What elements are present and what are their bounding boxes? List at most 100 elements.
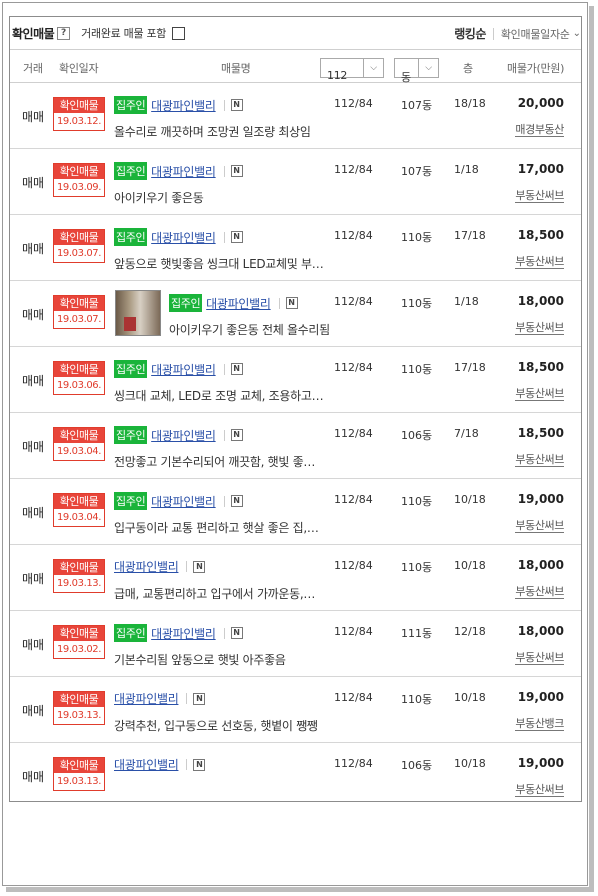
naver-icon[interactable]: N xyxy=(193,692,206,705)
table-row[interactable]: 매매 확인매물 19.03.04. 집주인 대광파인밸리 N 입구동이라 교통 편리하고 햇… xyxy=(10,479,581,545)
owner-badge: 집주인 xyxy=(114,162,148,180)
table-header: 거래 확인일자 매물명 112 ⌵ 동 ⌵ 층 매물가(만원) xyxy=(10,50,581,84)
naver-icon[interactable]: N xyxy=(230,231,243,243)
listing-dong: 106동 xyxy=(401,759,433,772)
column-floor: 층 xyxy=(463,62,473,75)
listing-price: 18,000 xyxy=(517,624,564,638)
listing-name-link[interactable]: 대광파인밸리 xyxy=(206,295,271,312)
title-divider xyxy=(186,561,188,572)
agency-link[interactable]: 부동산써브 xyxy=(515,387,564,401)
listing-title-line: 집주인 대광파인밸리 N xyxy=(114,360,243,378)
listing-name-link[interactable]: 대광파인밸리 xyxy=(151,361,216,378)
verified-date: 19.03.13. xyxy=(56,578,102,589)
naver-icon[interactable]: N xyxy=(193,560,206,573)
table-row[interactable]: 매매 확인매물 19.03.06. 집주인 대광파인밸리 N 씽크대 교체, LED로 조명… xyxy=(10,347,581,413)
question-icon[interactable]: ? xyxy=(57,26,71,40)
sort-date-button[interactable]: 확인매물일자순 xyxy=(501,26,570,42)
agency-link[interactable]: 부동산써브 xyxy=(515,321,564,335)
listing-price: 19,000 xyxy=(517,690,564,704)
verified-stamp: 확인매물 19.03.12. xyxy=(53,97,105,131)
naver-icon[interactable]: N xyxy=(230,429,243,441)
listing-name-link[interactable]: 대광파인밸리 xyxy=(151,163,216,180)
table-row[interactable]: 매매 확인매물 19.03.13. 대광파인밸리 N 112/84 106동 10/18 19,… xyxy=(10,743,581,801)
listing-description[interactable]: 급매, 교통편리하고 입구에서 가까운동,… xyxy=(114,585,315,602)
listing-area: 112/84 xyxy=(334,163,373,176)
listing-description[interactable]: 앞동으로 햇빛좋음 씽크대 LED교체및 부… xyxy=(114,255,324,272)
listing-name-link[interactable]: 대광파인밸리 xyxy=(114,756,179,773)
listing-floor: 10/18 xyxy=(454,559,486,572)
listing-description[interactable]: 기본수리됨 앞동으로 햇빛 아주좋음 xyxy=(114,651,286,668)
naver-icon[interactable]: N xyxy=(230,165,243,177)
listing-description[interactable]: 강력추천, 입구동으로 선호동, 햇볕이 쨍쨍 xyxy=(114,717,318,734)
listing-name-link[interactable]: 대광파인밸리 xyxy=(151,493,216,510)
agency-link[interactable]: 부동산써브 xyxy=(515,519,564,533)
listing-photo[interactable] xyxy=(115,290,161,336)
agency-link[interactable]: 매경부동산 xyxy=(515,123,564,137)
verified-stamp: 확인매물 19.03.04. xyxy=(53,427,105,461)
sort-ranking-button[interactable]: 랭킹순 xyxy=(454,25,486,42)
listing-description[interactable]: 입구동이라 교통 편리하고 햇살 좋은 집,… xyxy=(114,519,319,536)
listing-area: 112/84 xyxy=(334,295,373,308)
listing-name-link[interactable]: 대광파인밸리 xyxy=(151,229,216,246)
naver-icon[interactable]: N xyxy=(230,495,243,507)
verified-stamp-label: 확인매물 xyxy=(54,494,104,509)
listing-name-link[interactable]: 대광파인밸리 xyxy=(151,427,216,444)
listing-name-link[interactable]: 대광파인밸리 xyxy=(114,558,179,575)
owner-badge: 집주인 xyxy=(169,294,203,312)
naver-icon[interactable]: N xyxy=(193,758,206,771)
verified-stamp: 확인매물 19.03.04. xyxy=(53,493,105,527)
listing-description[interactable]: 전망좋고 기본수리되어 깨끗함, 햇빛 좋… xyxy=(114,453,315,470)
table-row[interactable]: 매매 확인매물 19.03.07. 집주인 대광파인밸리 N 앞동으로 햇빛좋음 씽크대 L… xyxy=(10,215,581,281)
listing-floor: 10/18 xyxy=(454,691,486,704)
listing-floor: 1/18 xyxy=(454,163,479,176)
verified-date: 19.03.13. xyxy=(56,776,102,787)
listing-price: 17,000 xyxy=(517,162,564,176)
listing-description[interactable]: 올수리로 깨끗하며 조망권 일조량 최상임 xyxy=(114,123,311,140)
verified-stamp-label: 확인매물 xyxy=(54,296,104,311)
listing-dong: 110동 xyxy=(401,231,433,244)
verified-date: 19.03.04. xyxy=(56,512,102,523)
listing-name-link[interactable]: 대광파인밸리 xyxy=(114,690,179,707)
agency-link[interactable]: 부동산써브 xyxy=(515,453,564,467)
area-select[interactable]: 112 ⌵ xyxy=(320,58,384,82)
listing-description[interactable]: 아이키우기 좋은동 전체 올수리됨 xyxy=(169,321,330,338)
window-shadow-right xyxy=(589,6,594,890)
table-row[interactable]: 매매 확인매물 19.03.07. 집주인 대광파인밸리 N 아이키우기 좋은동 전체 올수… xyxy=(10,281,581,347)
table-row[interactable]: 매매 확인매물 19.03.13. 대광파인밸리 N 강력추천, 입구동으로 선호동, 햇… xyxy=(10,677,581,743)
listing-name-link[interactable]: 대광파인밸리 xyxy=(151,97,216,114)
agency-link[interactable]: 부동산뱅크 xyxy=(515,717,564,731)
listing-panel: 확인매물 ? 거래완료 매물 포함 랭킹순 확인매물일자순 ⌄ 거래 확인일자 … xyxy=(9,16,582,802)
table-row[interactable]: 매매 확인매물 19.03.12. 집주인 대광파인밸리 N 올수리로 깨끗하며 조망권 일… xyxy=(10,83,581,149)
table-row[interactable]: 매매 확인매물 19.03.04. 집주인 대광파인밸리 N 전망좋고 기본수리되어 깨끗함… xyxy=(10,413,581,479)
agency-link[interactable]: 부동산써브 xyxy=(515,585,564,599)
verified-date: 19.03.06. xyxy=(56,380,102,391)
listing-area: 112/84 xyxy=(334,691,373,704)
listing-price: 18,000 xyxy=(517,558,564,572)
title-divider xyxy=(223,429,225,441)
dong-select[interactable]: 동 ⌵ xyxy=(394,58,439,84)
verified-date: 19.03.02. xyxy=(56,644,102,655)
naver-icon[interactable]: N xyxy=(230,363,243,375)
deal-type: 매매 xyxy=(22,110,45,124)
verified-stamp: 확인매물 19.03.02. xyxy=(53,625,105,659)
chevron-down-icon[interactable]: ⌄ xyxy=(573,28,581,39)
listing-description[interactable]: 아이키우기 좋은동 xyxy=(114,189,204,206)
owner-badge: 집주인 xyxy=(114,360,148,378)
include-completed-checkbox[interactable] xyxy=(172,26,186,40)
agency-link[interactable]: 부동산써브 xyxy=(515,255,564,269)
naver-icon[interactable]: N xyxy=(285,297,298,309)
listing-description[interactable]: 씽크대 교체, LED로 조명 교체, 조용하고… xyxy=(114,387,324,404)
table-row[interactable]: 매매 확인매물 19.03.13. 대광파인밸리 N 급매, 교통편리하고 입구에서 가까… xyxy=(10,545,581,611)
verified-stamp-label: 확인매물 xyxy=(54,626,104,641)
table-row[interactable]: 매매 확인매물 19.03.02. 집주인 대광파인밸리 N 기본수리됨 앞동으로 햇빛 아… xyxy=(10,611,581,677)
agency-link[interactable]: 부동산써브 xyxy=(515,189,564,203)
agency-link[interactable]: 부동산써브 xyxy=(515,783,564,797)
agency-link[interactable]: 부동산써브 xyxy=(515,651,564,665)
listing-name-link[interactable]: 대광파인밸리 xyxy=(151,625,216,642)
deal-type: 매매 xyxy=(22,506,45,520)
include-completed-toggle[interactable]: 거래완료 매물 포함 xyxy=(81,25,186,41)
table-row[interactable]: 매매 확인매물 19.03.09. 집주인 대광파인밸리 N 아이키우기 좋은동 112/84… xyxy=(10,149,581,215)
listing-price: 18,500 xyxy=(517,360,564,374)
naver-icon[interactable]: N xyxy=(230,99,243,111)
naver-icon[interactable]: N xyxy=(230,627,243,639)
